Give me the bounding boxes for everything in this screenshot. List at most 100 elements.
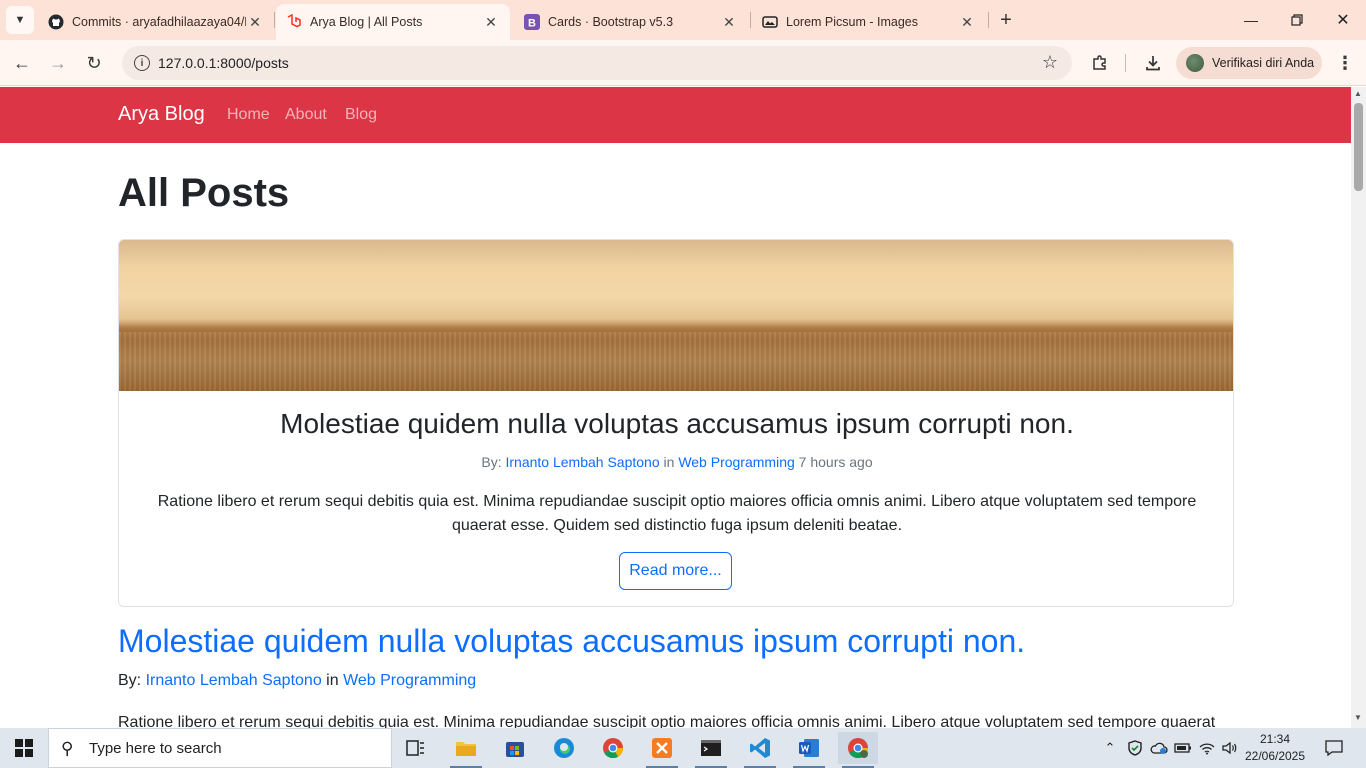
xampp-button[interactable] (642, 732, 682, 768)
close-icon: ✕ (1336, 12, 1350, 29)
notifications-button[interactable] (1318, 728, 1350, 768)
tab-arya-blog[interactable]: Arya Blog | All Posts ✕ (276, 4, 510, 40)
github-icon (48, 14, 64, 30)
back-button[interactable]: ← (7, 48, 37, 78)
close-icon[interactable]: ✕ (482, 13, 500, 31)
page-title: All Posts (118, 171, 290, 215)
category-link[interactable]: Web Programming (678, 454, 794, 470)
clock-time: 21:34 (1259, 732, 1291, 746)
microsoft-store-button[interactable] (495, 732, 535, 764)
scroll-up-icon[interactable]: ▲ (1354, 89, 1362, 98)
cloud-icon (1150, 742, 1168, 754)
featured-post-card: Molestiae quidem nulla voluptas accusamu… (118, 239, 1234, 607)
chrome-icon (603, 738, 624, 759)
terminal-button[interactable] (691, 732, 731, 768)
site-info-icon[interactable]: i (134, 55, 150, 71)
in-label: in (326, 672, 339, 689)
featured-post-title[interactable]: Molestiae quidem nulla voluptas accusamu… (119, 408, 1233, 440)
extensions-button[interactable] (1085, 48, 1115, 78)
tab-lorem-picsum[interactable]: Lorem Picsum - Images ✕ (752, 4, 986, 40)
browser-menu-button[interactable]: ⋮ (1330, 48, 1360, 78)
minimize-icon: — (1244, 12, 1258, 28)
profile-button[interactable]: Verifikasi diri Anda (1176, 47, 1322, 79)
tray-overflow-button[interactable]: ⌃ (1100, 728, 1120, 768)
restore-icon (1291, 14, 1303, 26)
featured-post-meta: By: Irnanto Lembah Saptono in Web Progra… (119, 454, 1233, 470)
tray-volume[interactable] (1219, 728, 1241, 768)
tray-network[interactable] (1196, 728, 1218, 768)
chrome-icon (848, 738, 869, 759)
folder-icon (456, 742, 476, 756)
address-bar[interactable]: i 127.0.0.1:8000/posts ☆ (122, 46, 1072, 80)
tray-battery[interactable] (1172, 728, 1194, 768)
close-icon[interactable]: ✕ (958, 13, 976, 31)
page-scrollbar[interactable]: ▲ ▼ (1351, 87, 1366, 728)
taskbar-search[interactable]: ⚲ Type here to search (48, 728, 392, 768)
site-brand[interactable]: Arya Blog (118, 103, 205, 126)
tab-bootstrap-cards[interactable]: B Cards · Bootstrap v5.3 ✕ (514, 4, 748, 40)
arrow-left-icon: ← (13, 52, 31, 73)
vscode-icon (750, 738, 770, 758)
new-tab-button[interactable]: + (995, 9, 1017, 31)
chrome-button[interactable] (593, 732, 633, 764)
close-window-button[interactable]: ✕ (1320, 0, 1366, 40)
search-placeholder: Type here to search (89, 739, 222, 757)
scroll-down-icon[interactable]: ▼ (1354, 713, 1362, 722)
file-explorer-button[interactable] (446, 732, 486, 768)
speaker-icon (1222, 741, 1237, 755)
nav-link-home[interactable]: Home (227, 106, 270, 124)
image-horizon (119, 324, 1233, 332)
notification-icon (1325, 740, 1343, 756)
forward-button[interactable]: → (43, 48, 73, 78)
chevron-up-icon: ⌃ (1104, 740, 1116, 755)
task-view-button[interactable] (396, 732, 436, 764)
edge-button[interactable] (544, 732, 584, 764)
post-meta: By: Irnanto Lembah Saptono in Web Progra… (118, 672, 476, 690)
chrome-active-button[interactable] (838, 732, 878, 768)
windows-taskbar: ⚲ Type here to search ⌃ 21:34 22/06/2025 (0, 728, 1366, 768)
tray-onedrive[interactable] (1148, 728, 1170, 768)
category-link[interactable]: Web Programming (343, 672, 476, 689)
tab-label: Lorem Picsum - Images (786, 15, 918, 29)
svg-text:B: B (528, 18, 536, 30)
wifi-icon (1199, 743, 1215, 755)
image-texture (119, 332, 1233, 391)
shield-icon (1128, 740, 1142, 756)
reload-icon: ↻ (86, 52, 102, 73)
bookmark-star-icon[interactable]: ☆ (1042, 52, 1058, 73)
downloads-button[interactable] (1138, 48, 1168, 78)
browser-tabstrip: ▼ Commits · aryafadhilaazaya04/L ✕ Arya … (0, 0, 1366, 40)
post-time: 7 hours ago (798, 454, 873, 470)
featured-post-image (119, 240, 1233, 391)
by-label: By: (481, 454, 502, 470)
task-view-icon (406, 740, 424, 756)
word-button[interactable] (789, 732, 829, 768)
windows-logo-icon (15, 739, 33, 757)
author-link[interactable]: Irnanto Lembah Saptono (146, 672, 322, 689)
tab-search-button[interactable]: ▼ (6, 6, 34, 34)
nav-link-blog[interactable]: Blog (345, 106, 377, 124)
battery-icon (1174, 743, 1191, 753)
nav-link-about[interactable]: About (285, 106, 327, 124)
tray-security[interactable] (1124, 728, 1146, 768)
minimize-button[interactable]: — (1228, 0, 1274, 40)
close-icon[interactable]: ✕ (246, 13, 264, 31)
page-viewport: Arya Blog Home About Blog All Posts Mole… (0, 87, 1351, 728)
profile-label: Verifikasi diri Anda (1212, 56, 1315, 70)
tab-separator (274, 12, 275, 28)
taskbar-clock[interactable]: 21:34 22/06/2025 (1240, 731, 1310, 765)
read-more-button[interactable]: Read more... (619, 552, 732, 590)
vscode-button[interactable] (740, 732, 780, 768)
word-icon (799, 739, 819, 757)
author-link[interactable]: Irnanto Lembah Saptono (506, 454, 660, 470)
close-icon[interactable]: ✕ (720, 13, 738, 31)
tab-github-commits[interactable]: Commits · aryafadhilaazaya04/L ✕ (38, 4, 274, 40)
scrollbar-thumb[interactable] (1354, 103, 1363, 191)
terminal-icon (701, 740, 721, 756)
restore-button[interactable] (1274, 0, 1320, 40)
tab-label: Commits · aryafadhilaazaya04/L (72, 15, 246, 29)
reload-button[interactable]: ↻ (79, 48, 109, 78)
start-button[interactable] (0, 728, 48, 768)
post-title-link[interactable]: Molestiae quidem nulla voluptas accusamu… (118, 623, 1025, 660)
chevron-down-icon: ▼ (14, 14, 26, 26)
